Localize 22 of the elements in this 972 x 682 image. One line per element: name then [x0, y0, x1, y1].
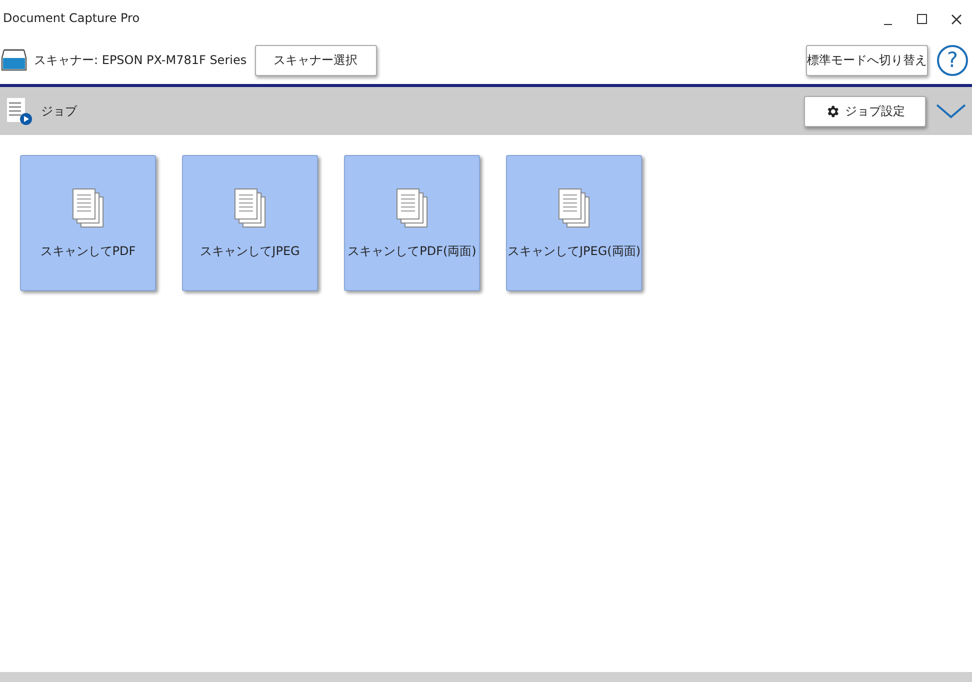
job-tile[interactable]: スキャンしてJPEG(両面) — [506, 155, 642, 291]
documents-icon — [234, 188, 266, 228]
gear-icon — [825, 104, 840, 118]
scanner-label: スキャナー: EPSON PX-M781F Series — [34, 52, 247, 69]
job-bar-title: ジョブ — [41, 103, 77, 120]
documents-icon — [396, 188, 428, 228]
job-list-icon — [6, 97, 32, 125]
chevron-down-icon — [936, 103, 966, 119]
documents-icon — [558, 188, 590, 228]
close-icon — [950, 14, 962, 24]
scanner-select-button[interactable]: スキャナー選択 — [254, 44, 377, 76]
scanner-icon — [1, 48, 27, 72]
minimize-icon — [884, 24, 892, 25]
help-button[interactable]: ? — [937, 44, 968, 76]
job-tile[interactable]: スキャンしてPDF — [20, 155, 156, 291]
job-tile[interactable]: スキャンしてPDF(両面) — [344, 155, 480, 291]
window-title: Document Capture Pro — [3, 10, 140, 27]
maximize-icon — [917, 14, 927, 24]
mode-switch-button[interactable]: 標準モードへ切り替え — [806, 44, 928, 76]
job-settings-button[interactable]: ジョブ設定 — [804, 96, 926, 126]
job-tile[interactable]: スキャンしてJPEG — [182, 155, 318, 291]
documents-icon — [72, 188, 104, 228]
